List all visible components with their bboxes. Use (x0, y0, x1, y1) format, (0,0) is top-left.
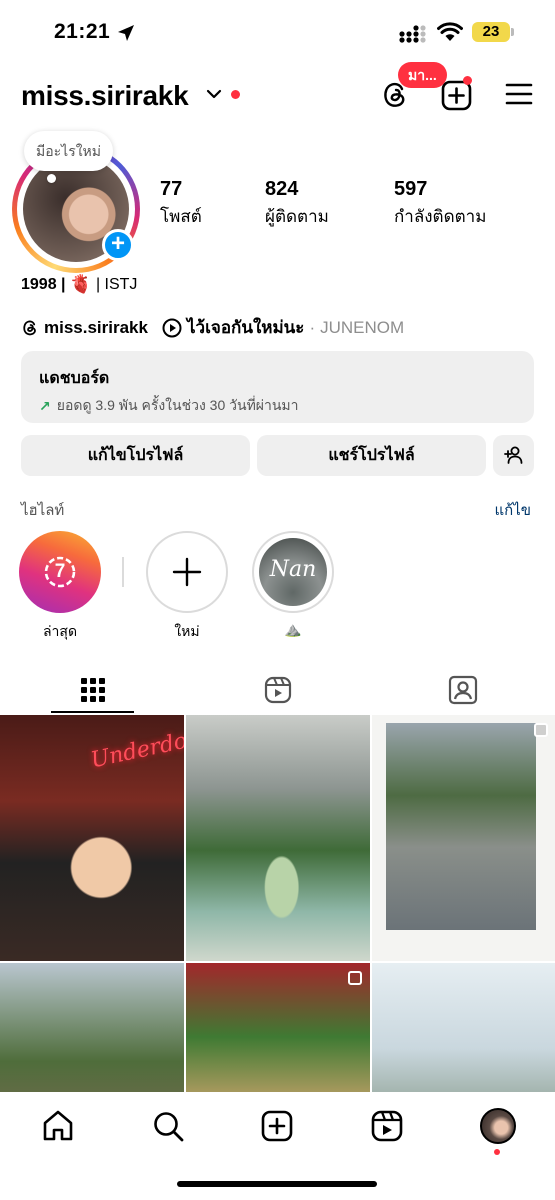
highlight-nan-cover: Nan (252, 531, 334, 613)
battery-tip (511, 28, 514, 36)
account-notification-dot (231, 90, 240, 99)
profile-tabs (0, 665, 555, 715)
highlight-nan-label: ⛰️ (284, 621, 302, 637)
trend-up-icon: ↗ (39, 397, 51, 414)
highlights-title: ไฮไลท์ (21, 502, 65, 519)
stat-followers-value: 824 (265, 178, 299, 200)
post-thumbnail[interactable] (186, 715, 370, 961)
create-icon[interactable] (259, 1108, 295, 1144)
home-icon[interactable] (40, 1108, 76, 1144)
highlight-latest-label: ล่าสุด (42, 623, 78, 639)
search-icon[interactable] (150, 1108, 186, 1144)
create-notification-dot (463, 76, 472, 85)
note-bubble-tail (47, 174, 56, 183)
stat-followers[interactable]: 824 ผู้ติดตาม (265, 178, 329, 230)
threads-small-icon (23, 320, 36, 335)
reels-nav-icon[interactable] (369, 1108, 405, 1144)
cellular-signal-icon (399, 25, 426, 43)
stat-followers-label: ผู้ติดตาม (265, 207, 329, 226)
bio-mbti: | ISTJ (95, 275, 138, 293)
chevron-down-icon[interactable] (206, 88, 222, 100)
battery-indicator: 23 (472, 22, 510, 42)
tab-reels[interactable] (185, 665, 370, 715)
threads-badge: มา... (398, 62, 447, 88)
post-thumbnail[interactable] (372, 715, 555, 961)
music-play-icon[interactable] (162, 318, 182, 338)
dashboard-title: แดชบอร์ด (39, 370, 110, 387)
highlights-divider (122, 557, 124, 587)
threads-music-row: miss.sirirakk ไว้เจอกันใหม่นะ · JUNENOM (21, 314, 404, 341)
stat-posts-value: 77 (160, 178, 183, 200)
menu-icon[interactable] (505, 82, 533, 106)
music-artist[interactable]: JUNENOM (320, 318, 404, 338)
username-switcher[interactable]: miss.sirirakk (21, 80, 189, 112)
music-title[interactable]: ไว้เจอกันใหม่นะ (187, 314, 304, 341)
music-separator: · (309, 317, 316, 337)
tagged-icon (448, 675, 477, 705)
profile-header: miss.sirirakk (0, 70, 555, 120)
profile-notification-dot (494, 1149, 500, 1155)
edit-profile-button[interactable]: แก้ไขโปรไฟล์ (21, 435, 250, 476)
highlight-latest-cover: 7 (19, 531, 101, 613)
stat-following[interactable]: 597 กำลังติดตาม (394, 178, 486, 230)
grid-icon (80, 678, 105, 702)
share-profile-button[interactable]: แชร์โปรไฟล์ (257, 435, 486, 476)
plus-icon (172, 557, 202, 587)
stat-following-value: 597 (394, 178, 428, 200)
dashboard-subtitle-row: ↗ ยอดดู 3.9 พัน ครั้งในช่วง 30 วันที่ผ่า… (39, 395, 516, 417)
neon-sign-text: Underdog (88, 725, 184, 774)
bio: 1998 | 🫀 | ISTJ (21, 274, 137, 295)
profile-avatar-nav[interactable] (480, 1108, 516, 1144)
bio-year: 1998 | (21, 275, 66, 293)
multiple-photos-icon (348, 971, 362, 985)
wifi-icon (437, 22, 463, 41)
highlight-new-label: ใหม่ (174, 623, 200, 639)
highlight-new[interactable]: ใหม่ (146, 531, 228, 643)
stat-posts-label: โพสต์ (160, 207, 202, 226)
highlight-latest-badge: 7 (54, 561, 66, 582)
highlight-nan[interactable]: Nan ⛰️ (252, 531, 334, 638)
reels-icon (264, 676, 291, 704)
dashboard-subtitle: ยอดดู 3.9 พัน ครั้งในช่วง 30 วันที่ผ่านม… (56, 397, 299, 413)
note-bubble[interactable]: มีอะไรใหม่ (24, 131, 114, 171)
highlight-nan-cover-text: Nan (269, 557, 317, 582)
highlight-latest[interactable]: 7 ล่าสุด (19, 531, 101, 643)
threads-handle-link[interactable]: miss.sirirakk (44, 318, 148, 338)
polaroid-photo (386, 723, 536, 930)
multiple-photos-icon (534, 723, 548, 737)
status-bar: 21:21 23 (0, 0, 555, 62)
active-tab-indicator (51, 711, 134, 713)
highlights-edit-link[interactable]: แก้ไข (494, 498, 531, 522)
add-story-plus-icon[interactable]: + (102, 229, 134, 261)
home-indicator (177, 1181, 377, 1187)
highlight-new-cover (146, 531, 228, 613)
stat-following-label: กำลังติดตาม (394, 207, 487, 226)
tab-tagged[interactable] (370, 665, 555, 715)
post-thumbnail[interactable]: Underdog (0, 715, 184, 961)
location-arrow-icon (118, 25, 134, 41)
bio-heart-emoji: 🫀 (69, 274, 92, 294)
discover-people-button[interactable] (493, 435, 534, 476)
status-time: 21:21 (54, 20, 111, 43)
highlight-nan-photo: Nan (259, 538, 327, 606)
tab-posts-grid[interactable] (0, 665, 185, 715)
stat-posts[interactable]: 77 โพสต์ (160, 178, 202, 230)
add-person-icon (503, 446, 522, 464)
professional-dashboard[interactable]: แดชบอร์ด ↗ ยอดดู 3.9 พัน ครั้งในช่วง 30 … (21, 351, 534, 423)
